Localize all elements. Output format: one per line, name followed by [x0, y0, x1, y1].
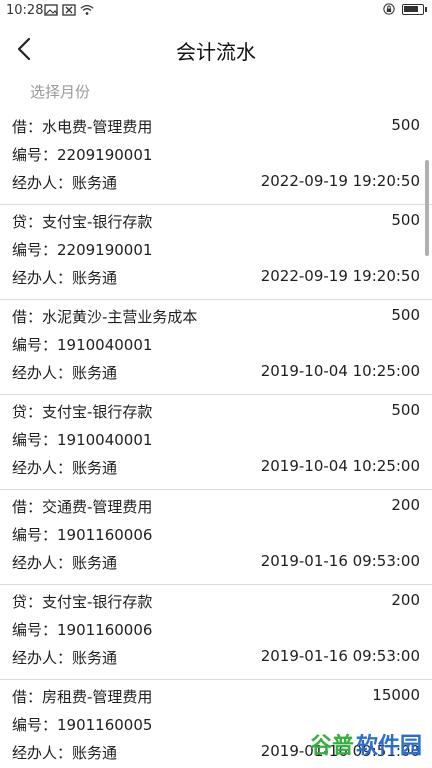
watermark-part1: 谷普	[309, 734, 354, 759]
entry-row-handler: 经办人：账务通 2022-09-19 19:20:50	[12, 267, 420, 288]
list-item[interactable]: 贷：支付宝-银行存款 500 编号：1910040001 经办人：账务通 2019-10…	[0, 395, 432, 490]
entry-row-handler: 经办人：账务通 2019-10-04 10:25:00	[12, 457, 420, 478]
entry-handler: 经办人：账务通	[12, 649, 118, 667]
entry-amount: 500	[391, 116, 420, 134]
entry-handler: 经办人：账务通	[12, 554, 118, 572]
entry-account: 贷：支付宝-银行存款	[12, 213, 153, 231]
image-icon	[44, 4, 58, 16]
entry-number: 编号：2209190001	[12, 241, 153, 259]
entry-row-account: 借：交通费-管理费用 200	[12, 496, 420, 517]
entry-amount: 15000	[372, 686, 420, 704]
entry-row-account: 贷：支付宝-银行存款 500	[12, 401, 420, 422]
entry-handler: 经办人：账务通	[12, 174, 118, 192]
entry-amount: 200	[391, 591, 420, 609]
list-item[interactable]: 借：水泥黄沙-主营业务成本 500 编号：1910040001 经办人：账务通 2019…	[0, 300, 432, 395]
entry-row-handler: 经办人：账务通 2022-09-19 19:20:50	[12, 172, 420, 193]
entry-number: 编号：1910040001	[12, 336, 153, 354]
entry-account: 贷：支付宝-银行存款	[12, 593, 153, 611]
status-time: 10:28	[6, 3, 44, 18]
entry-account: 借：水泥黄沙-主营业务成本	[12, 308, 198, 326]
entry-row-number: 编号：1910040001	[12, 334, 420, 355]
entry-account: 借：水电费-管理费用	[12, 118, 153, 136]
header-bar: 会计流水	[0, 24, 432, 74]
list-item[interactable]: 贷：支付宝-银行存款 500 编号：2209190001 经办人：账务通 2022-09…	[0, 205, 432, 300]
ledger-list[interactable]: 选择月份 借：水电费-管理费用 500 编号：2209190001 经办人：账务通 20…	[0, 74, 432, 768]
status-bar: 10:28	[0, 0, 432, 24]
entry-account: 贷：支付宝-银行存款	[12, 403, 153, 421]
watermark-part2: 软件园	[355, 734, 422, 759]
entry-account: 借：房租费-管理费用	[12, 688, 153, 706]
entry-handler: 经办人：账务通	[12, 459, 118, 477]
status-left-icons	[44, 4, 94, 16]
entry-row-account: 借：房租费-管理费用 15000	[12, 686, 420, 707]
entry-number: 编号：2209190001	[12, 146, 153, 164]
entry-time: 2022-09-19 19:20:50	[260, 267, 420, 285]
list-item[interactable]: 借：水电费-管理费用 500 编号：2209190001 经办人：账务通 2022-09…	[0, 110, 432, 205]
entry-row-number: 编号：2209190001	[12, 239, 420, 260]
entry-row-number: 编号：2209190001	[12, 144, 420, 165]
entry-number: 编号：1901160005	[12, 716, 153, 734]
entry-row-account: 贷：支付宝-银行存款 500	[12, 211, 420, 232]
entry-row-account: 贷：支付宝-银行存款 200	[12, 591, 420, 612]
entry-row-handler: 经办人：账务通 2019-10-04 10:25:00	[12, 362, 420, 383]
entry-number: 编号：1910040001	[12, 431, 153, 449]
close-box-icon	[62, 4, 76, 16]
entry-time: 2022-09-19 19:20:50	[260, 172, 420, 190]
battery-fill	[404, 5, 418, 12]
entry-row-account: 借：水泥黄沙-主营业务成本 500	[12, 306, 420, 327]
list-item[interactable]: 借：交通费-管理费用 200 编号：1901160006 经办人：账务通 2019-01…	[0, 490, 432, 585]
lock-icon	[383, 3, 395, 15]
battery-icon	[402, 3, 427, 15]
entry-handler: 经办人：账务通	[12, 364, 118, 382]
entry-row-handler: 经办人：账务通 2019-01-16 09:53:00	[12, 552, 420, 573]
entry-amount: 500	[391, 306, 420, 324]
entry-time: 2019-01-16 09:53:00	[260, 647, 420, 665]
entry-handler: 经办人：账务通	[12, 744, 118, 762]
watermark: 谷普 软件园	[310, 728, 422, 760]
entry-time: 2019-01-16 09:53:00	[260, 552, 420, 570]
entry-time: 2019-10-04 10:25:00	[260, 457, 420, 475]
entry-number: 编号：1901160006	[12, 621, 153, 639]
scrollbar[interactable]	[425, 160, 429, 256]
entry-handler: 经办人：账务通	[12, 269, 118, 287]
month-picker[interactable]: 选择月份	[0, 74, 432, 110]
entry-row-number: 编号：1910040001	[12, 429, 420, 450]
entry-row-handler: 经办人：账务通 2019-01-16 09:53:00	[12, 647, 420, 668]
entry-amount: 500	[391, 401, 420, 419]
entries-container: 借：水电费-管理费用 500 编号：2209190001 经办人：账务通 2022-09…	[0, 110, 432, 768]
entry-row-account: 借：水电费-管理费用 500	[12, 116, 420, 137]
entry-amount: 500	[391, 211, 420, 229]
list-item[interactable]: 贷：支付宝-银行存款 200 编号：1901160006 经办人：账务通 2019-01…	[0, 585, 432, 680]
entry-amount: 200	[391, 496, 420, 514]
entry-account: 借：交通费-管理费用	[12, 498, 153, 516]
entry-number: 编号：1901160006	[12, 526, 153, 544]
entry-time: 2019-10-04 10:25:00	[260, 362, 420, 380]
status-right-icons	[382, 3, 427, 15]
entry-row-number: 编号：1901160006	[12, 619, 420, 640]
wifi-icon	[80, 4, 94, 15]
entry-row-number: 编号：1901160006	[12, 524, 420, 545]
page-title: 会计流水	[176, 40, 256, 64]
